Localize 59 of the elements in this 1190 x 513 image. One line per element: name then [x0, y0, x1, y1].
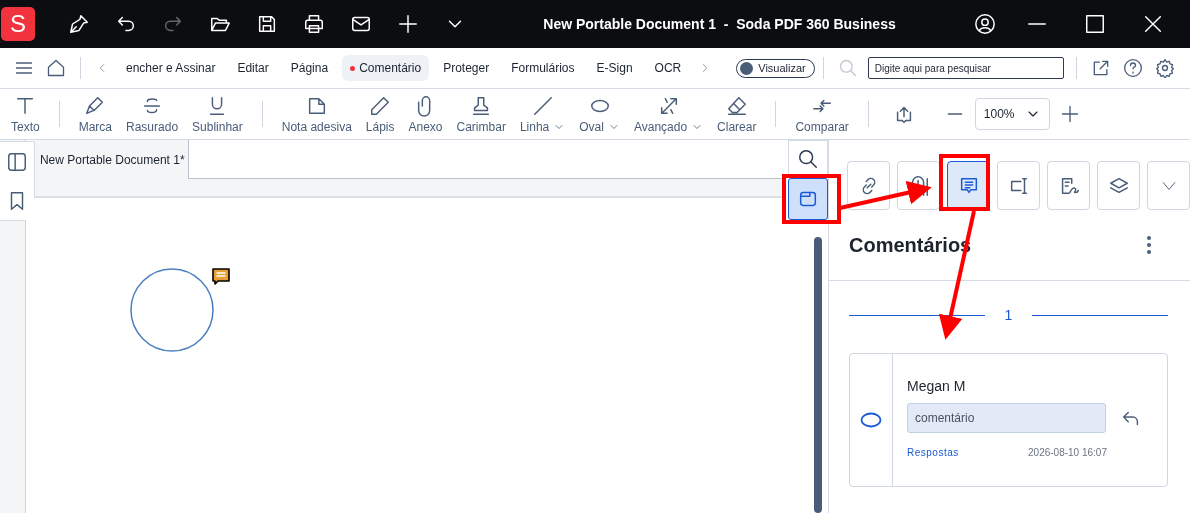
tool-button[interactable]: Texto	[4, 94, 47, 134]
window-title: New Portable Document 1 - Soda PDF 360 Business	[542, 16, 897, 32]
comment-card[interactable]: Megan M comentário Respostas 2026-08-10 16:07	[849, 353, 1168, 487]
search-icon	[797, 148, 819, 170]
tool-button[interactable]: Avançado	[626, 94, 711, 134]
zoom-dropdown[interactable]: 100%	[974, 98, 1050, 130]
highlight-frame	[939, 154, 990, 211]
more-options-icon[interactable]	[1146, 235, 1152, 255]
tool-button[interactable]: Carimbar	[449, 94, 513, 134]
sidebar-icon[interactable]	[6, 150, 28, 173]
replies-link[interactable]: Respostas	[907, 447, 959, 458]
circle-shape[interactable]	[129, 268, 214, 352]
scrollbar-thumb[interactable]	[814, 237, 823, 513]
tool-button[interactable]: Comparar	[788, 94, 856, 134]
plus-icon[interactable]	[396, 13, 419, 35]
menu-tab[interactable]: Editar	[229, 55, 277, 81]
comment-note-icon[interactable]	[211, 268, 230, 286]
oval-icon	[860, 412, 882, 428]
user-icon[interactable]	[973, 13, 996, 35]
highlight-frame	[782, 174, 841, 224]
tool-button[interactable]: Marca	[71, 94, 120, 134]
close-icon[interactable]	[1142, 13, 1164, 35]
zoom-in-icon[interactable]	[1059, 104, 1080, 124]
menu-tab[interactable]: OCR	[646, 55, 690, 81]
pen-icon[interactable]	[67, 13, 90, 35]
search-field[interactable]: Digite aqui para pesquisar	[867, 57, 1064, 79]
menu-tab[interactable]: Proteger	[435, 55, 498, 81]
app-logo[interactable]: S	[1, 7, 35, 41]
tool-button[interactable]: Oval	[572, 94, 627, 134]
settings-icon[interactable]	[1154, 58, 1175, 78]
maximize-icon[interactable]	[1084, 13, 1106, 35]
menu-tab[interactable]: Página	[282, 55, 337, 81]
menu-tab[interactable]: E-Sign	[588, 55, 641, 81]
link-panel-button[interactable]	[847, 161, 890, 210]
home-icon[interactable]	[46, 58, 66, 78]
tool-button[interactable]: Sublinhar	[185, 94, 250, 134]
line-icon	[531, 94, 554, 117]
menu-tab[interactable]: Formulários	[503, 55, 583, 81]
tool-button[interactable]: Anexo	[401, 94, 450, 134]
document-tab[interactable]: New Portable Document 1*	[34, 140, 189, 179]
sign-panel-button[interactable]	[1047, 161, 1090, 210]
help-icon[interactable]	[1122, 58, 1143, 78]
pencil-icon	[369, 94, 392, 117]
comment-timestamp: 2026-08-10 16:07	[1028, 447, 1107, 458]
tool-button[interactable]: Lápis	[358, 94, 402, 134]
tool-button[interactable]: Clarear	[710, 94, 764, 134]
eraser-icon	[725, 94, 748, 117]
layers-panel-button[interactable]	[1097, 161, 1140, 210]
page-number: 1	[1004, 307, 1013, 323]
tool-button[interactable]: Linha	[512, 94, 573, 134]
field-panel-button[interactable]	[997, 161, 1040, 210]
panel-button[interactable]	[788, 178, 828, 220]
menu-tab[interactable]: encher e Assinar	[118, 55, 224, 81]
print-icon[interactable]	[302, 13, 325, 35]
comment-author: Megan M	[907, 378, 967, 394]
menu-tab[interactable]: Comentário	[342, 55, 430, 81]
tool-button[interactable]: Rasurado	[119, 94, 186, 134]
comment-text[interactable]: comentário	[907, 403, 1106, 433]
tool-button[interactable]: Nota adesiva	[274, 94, 359, 134]
